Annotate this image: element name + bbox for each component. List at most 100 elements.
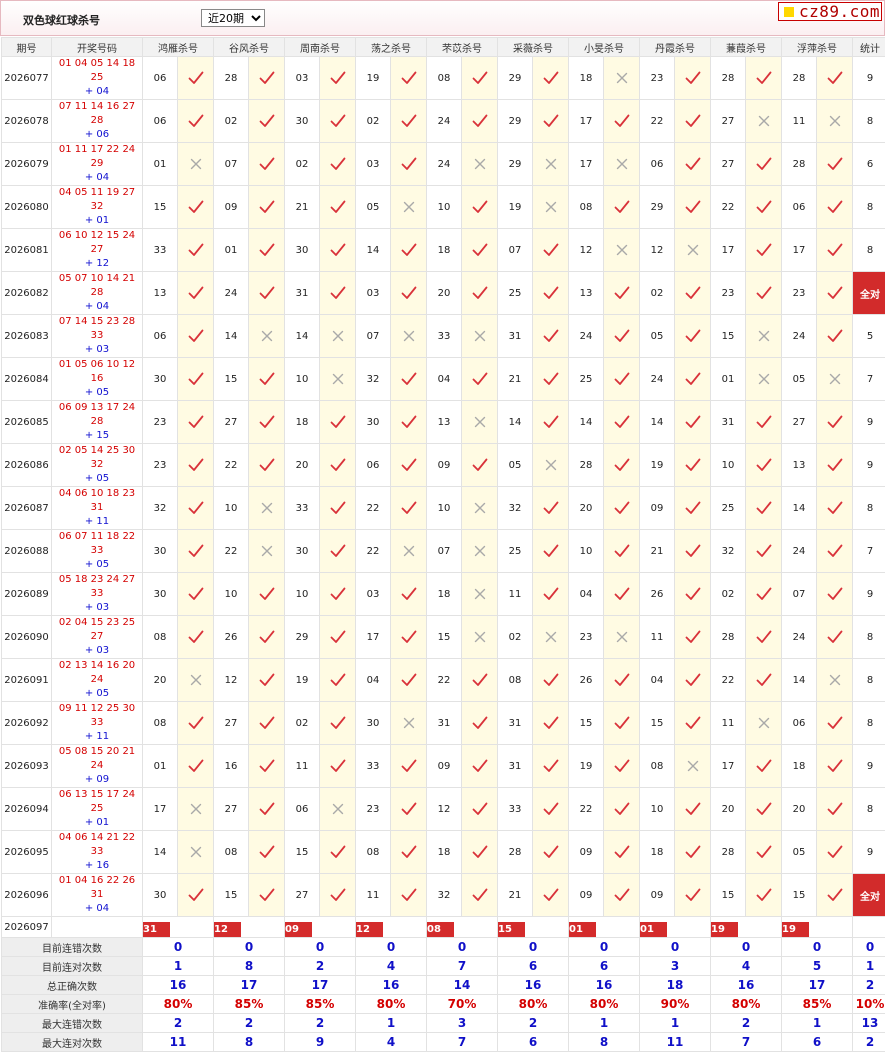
kill-number: 06: [143, 315, 178, 358]
check-icon: [746, 573, 782, 616]
stats-value: 0: [711, 938, 782, 957]
kill-number: 24: [569, 315, 604, 358]
cross-icon: [391, 186, 427, 229]
kill-number: 11: [640, 616, 675, 659]
blue-ball: + 04: [52, 171, 142, 185]
kill-number: 17: [782, 229, 817, 272]
check-icon: [320, 100, 356, 143]
red-balls: 06 13 15 17 24 25: [52, 788, 142, 816]
kill-number: 26: [214, 616, 249, 659]
check-icon: [249, 100, 285, 143]
check-icon: [746, 788, 782, 831]
stats-value: 4: [356, 957, 427, 976]
kill-number: 22: [356, 530, 391, 573]
check-icon: [817, 186, 853, 229]
kill-number: 10: [427, 487, 462, 530]
check-icon: [249, 702, 285, 745]
cross-icon: [675, 229, 711, 272]
kill-number: 13: [569, 272, 604, 315]
kill-number: 19: [498, 186, 533, 229]
period-cell: 2026088: [2, 530, 52, 573]
kill-number: 28: [711, 616, 746, 659]
check-icon: [320, 745, 356, 788]
check-icon: [746, 659, 782, 702]
check-icon: [249, 272, 285, 315]
stats-value: 6: [782, 1033, 853, 1052]
table-row: 202608602 05 14 25 30 32+ 05232220060905…: [2, 444, 885, 487]
column-header: 荡之杀号: [356, 38, 427, 57]
check-icon: [462, 57, 498, 100]
draw-numbers-cell: 01 04 16 22 26 31+ 04: [52, 874, 143, 917]
kill-number: 30: [285, 530, 320, 573]
check-icon: [817, 831, 853, 874]
kill-number: 18: [427, 831, 462, 874]
kill-number: 01: [214, 229, 249, 272]
table-row: 202608905 18 23 24 27 33+ 03301010031811…: [2, 573, 885, 616]
current-kill-cell: 19: [711, 917, 782, 938]
period-cell: 2026089: [2, 573, 52, 616]
period-range-select[interactable]: 近20期: [201, 9, 265, 27]
blue-ball: + 12: [52, 257, 142, 271]
cross-icon: [249, 487, 285, 530]
kill-number: 30: [356, 702, 391, 745]
check-icon: [320, 616, 356, 659]
kill-number: 10: [214, 573, 249, 616]
kill-number: 33: [498, 788, 533, 831]
check-icon: [817, 315, 853, 358]
period-cell: 2026087: [2, 487, 52, 530]
kill-number: 06: [782, 702, 817, 745]
draw-numbers-cell: 05 08 15 20 21 24+ 09: [52, 745, 143, 788]
kill-number: 21: [285, 186, 320, 229]
check-icon: [249, 874, 285, 917]
site-logo[interactable]: cz89.com: [778, 2, 882, 21]
column-header: 谷风杀号: [214, 38, 285, 57]
check-icon: [675, 874, 711, 917]
red-balls: 01 05 06 10 12 16: [52, 358, 142, 386]
period-cell: 2026085: [2, 401, 52, 444]
check-icon: [178, 401, 214, 444]
table-row: 202609209 11 12 25 30 33+ 11082702303131…: [2, 702, 885, 745]
stats-value: 7: [427, 1033, 498, 1052]
red-balls: 06 10 12 15 24 27: [52, 229, 142, 257]
kill-number: 30: [143, 530, 178, 573]
stats-value: 13: [853, 1014, 885, 1033]
cross-icon: [462, 616, 498, 659]
kill-number: 24: [214, 272, 249, 315]
red-balls: 07 14 15 23 28 33: [52, 315, 142, 343]
check-icon: [675, 401, 711, 444]
check-icon: [604, 831, 640, 874]
check-icon: [817, 229, 853, 272]
cross-icon: [604, 143, 640, 186]
cross-icon: [391, 702, 427, 745]
row-stat: 5: [853, 315, 885, 358]
stats-value: 2: [285, 957, 356, 976]
check-icon: [320, 831, 356, 874]
blue-ball: + 03: [52, 343, 142, 357]
logo-square-icon: [784, 7, 794, 17]
cross-icon: [817, 100, 853, 143]
table-row: 202608004 05 11 19 27 32+ 01150921051019…: [2, 186, 885, 229]
kill-number: 07: [214, 143, 249, 186]
check-icon: [604, 874, 640, 917]
draw-numbers-cell: 02 13 14 16 20 24+ 05: [52, 659, 143, 702]
check-icon: [178, 57, 214, 100]
column-header: 小旻杀号: [569, 38, 640, 57]
row-stat: 7: [853, 358, 885, 401]
check-icon: [533, 272, 569, 315]
kill-number: 20: [285, 444, 320, 487]
kill-number: 13: [143, 272, 178, 315]
check-icon: [675, 57, 711, 100]
logo-text: cz89.com: [799, 2, 880, 21]
table-row: 202608704 06 10 18 23 31+ 11321033221032…: [2, 487, 885, 530]
red-balls: 04 05 11 19 27 32: [52, 186, 142, 214]
table-row: 202609002 04 15 23 25 27+ 03082629171502…: [2, 616, 885, 659]
check-icon: [178, 745, 214, 788]
row-stat: 8: [853, 186, 885, 229]
current-kill-number: 09: [285, 922, 312, 937]
stats-value: 8: [214, 1033, 285, 1052]
kill-number: 14: [640, 401, 675, 444]
check-icon: [533, 788, 569, 831]
period-cell: 2026082: [2, 272, 52, 315]
row-stat: 9: [853, 401, 885, 444]
stats-value: 11: [640, 1033, 711, 1052]
